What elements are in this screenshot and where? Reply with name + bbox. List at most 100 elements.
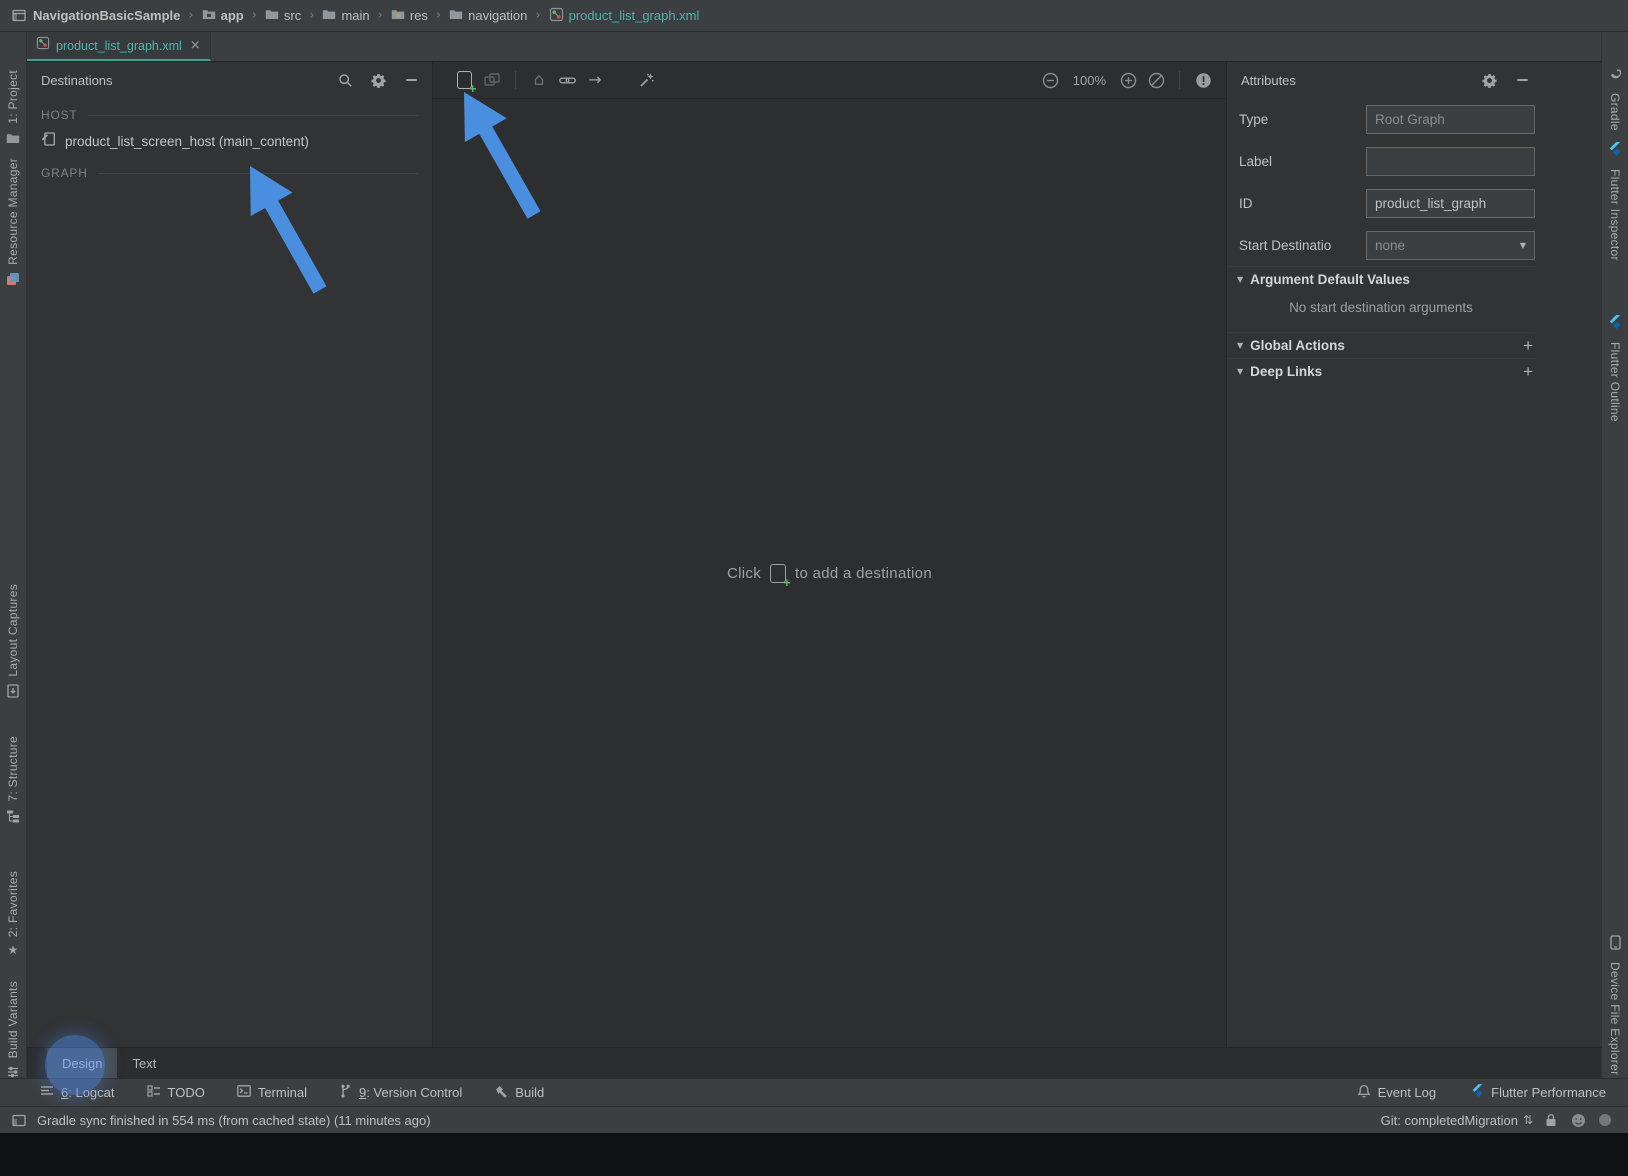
smiley-feedback-icon[interactable] — [1569, 1111, 1587, 1129]
breadcrumb-item-project-root[interactable]: NavigationBasicSample — [30, 8, 183, 23]
id-field[interactable]: product_list_graph — [1366, 189, 1535, 218]
label-field[interactable] — [1366, 147, 1535, 176]
toolwindow-logcat[interactable]: 6: Logcat — [40, 1085, 115, 1100]
zoom-in-icon[interactable] — [1119, 71, 1137, 89]
close-icon[interactable]: × — [190, 38, 201, 53]
empty-canvas-message: Click to add a destination — [727, 564, 932, 583]
zoom-to-fit-icon[interactable] — [1147, 71, 1165, 89]
chevron-right-icon: › — [433, 8, 444, 23]
breadcrumb-item-main[interactable]: main — [319, 8, 372, 23]
build-variants-icon — [6, 1065, 20, 1084]
toolwindow-version-control[interactable]: 9: Version Control — [339, 1084, 462, 1101]
attributes-title: Attributes — [1241, 73, 1296, 88]
layout-captures-icon — [6, 684, 20, 703]
sidebar-item-device-file-explorer[interactable]: Device File Explorer — [1602, 935, 1628, 1075]
breadcrumb-item-file[interactable]: product_list_graph.xml — [546, 7, 703, 25]
section-argument-default-values[interactable]: ▼ Argument Default Values — [1227, 266, 1535, 292]
notification-icon[interactable] — [1596, 1111, 1614, 1129]
sidebar-label: Layout Captures — [6, 584, 20, 677]
sidebar-label: Build Variants — [6, 981, 20, 1058]
start-destination-label: Start Destinatio — [1239, 238, 1366, 253]
editor-tab-bar: product_list_graph.xml × — [27, 32, 1601, 62]
star-icon: ★ — [8, 944, 19, 956]
editor-tab-product-list-graph[interactable]: product_list_graph.xml × — [27, 32, 211, 61]
tool-window-bar: 6: Logcat TODO Terminal 9: Version Contr… — [0, 1078, 1628, 1106]
toggle-toolwindows-icon[interactable] — [10, 1111, 28, 1129]
toolwindow-flutter-performance[interactable]: Flutter Performance — [1472, 1084, 1606, 1101]
destination-host-item[interactable]: product_list_screen_host (main_content) — [27, 126, 432, 156]
type-label: Type — [1239, 112, 1366, 127]
breadcrumb-item-navigation[interactable]: navigation — [446, 8, 530, 23]
sidebar-item-gradle[interactable]: Gradle — [1602, 68, 1628, 131]
issues-icon[interactable] — [1194, 71, 1212, 89]
gear-icon[interactable] — [1480, 71, 1498, 89]
sidebar-item-resource-manager[interactable]: Resource Manager — [0, 158, 26, 291]
sidebar-label: Resource Manager — [6, 158, 20, 265]
project-icon — [6, 131, 20, 149]
sidebar-label: Flutter Outline — [1608, 342, 1622, 422]
minimize-icon[interactable] — [1513, 71, 1531, 89]
git-branch-label: Git: completedMigration — [1381, 1113, 1518, 1128]
nested-graph-icon[interactable] — [483, 71, 501, 89]
action-arrow-icon[interactable]: → — [586, 71, 604, 89]
attributes-panel: Attributes Type Root Graph Label — [1226, 62, 1601, 1047]
sidebar-item-flutter-outline[interactable]: Flutter Outline — [1602, 315, 1628, 422]
type-field[interactable]: Root Graph — [1366, 105, 1535, 134]
section-global-actions[interactable]: ▼ Global Actions + — [1227, 332, 1535, 358]
canvas-toolbar: ⌂ → 100% — [433, 62, 1226, 99]
auto-arrange-icon[interactable] — [638, 71, 656, 89]
window-icon[interactable] — [10, 7, 28, 25]
zoom-out-icon[interactable] — [1042, 71, 1060, 89]
sidebar-item-flutter-inspector[interactable]: Flutter Inspector — [1602, 142, 1628, 261]
toolwindow-todo[interactable]: TODO — [147, 1085, 205, 1100]
start-destination-dropdown[interactable]: none ▼ — [1366, 231, 1535, 260]
sidebar-item-project[interactable]: 1: Project — [0, 70, 26, 149]
field-row-id: ID product_list_graph — [1227, 182, 1601, 224]
lock-icon[interactable] — [1542, 1111, 1560, 1129]
minimize-icon[interactable] — [402, 71, 420, 89]
gradle-icon — [1608, 68, 1623, 86]
version-control-icon — [339, 1084, 352, 1101]
breadcrumb-item-src[interactable]: src — [262, 8, 304, 23]
tab-design[interactable]: Design — [47, 1048, 117, 1078]
section-title: Deep Links — [1250, 364, 1322, 379]
add-global-action-button[interactable]: + — [1521, 337, 1535, 354]
section-title: Global Actions — [1250, 338, 1345, 353]
gear-icon[interactable] — [369, 71, 387, 89]
breadcrumb-item-app[interactable]: app — [199, 8, 247, 23]
nav-editor-canvas[interactable]: ⌂ → 100% C — [433, 62, 1226, 1047]
folder-icon — [449, 8, 463, 23]
add-deep-link-button[interactable]: + — [1521, 363, 1535, 380]
status-message[interactable]: Gradle sync finished in 554 ms (from cac… — [37, 1113, 431, 1128]
todo-icon — [147, 1085, 161, 1100]
link-icon[interactable] — [558, 71, 576, 89]
git-branch-widget[interactable]: Git: completedMigration ⇅ — [1381, 1113, 1533, 1128]
host-section-header: HOST — [27, 104, 432, 126]
device-icon — [1610, 935, 1621, 955]
hammer-icon — [494, 1084, 508, 1101]
search-icon[interactable] — [336, 71, 354, 89]
flutter-icon — [1609, 142, 1622, 162]
section-deep-links[interactable]: ▼ Deep Links + — [1227, 358, 1535, 384]
sidebar-item-structure[interactable]: 7: Structure — [0, 736, 26, 828]
toolwindow-terminal[interactable]: Terminal — [237, 1085, 307, 1100]
res-folder-icon — [391, 8, 405, 23]
bell-icon — [1357, 1084, 1371, 1101]
toolwindow-event-log[interactable]: Event Log — [1357, 1084, 1437, 1101]
folder-icon — [322, 8, 336, 23]
chevron-down-icon: ▼ — [1512, 241, 1534, 250]
sidebar-item-favorites[interactable]: 2: Favorites ★ — [0, 871, 26, 956]
chevron-right-icon: › — [249, 8, 260, 23]
sidebar-label: 1: Project — [6, 70, 20, 124]
home-icon[interactable]: ⌂ — [530, 71, 548, 89]
sidebar-item-build-variants[interactable]: Build Variants — [0, 981, 26, 1084]
add-destination-button[interactable] — [455, 71, 473, 89]
breadcrumb-item-res[interactable]: res — [388, 8, 431, 23]
toolwindow-build[interactable]: Build — [494, 1084, 544, 1101]
sidebar-item-layout-captures[interactable]: Layout Captures — [0, 584, 26, 703]
folder-icon — [265, 8, 279, 23]
tab-text[interactable]: Text — [117, 1048, 171, 1078]
sidebar-label: Device File Explorer — [1608, 962, 1622, 1075]
collapse-triangle-icon: ▼ — [1237, 341, 1243, 350]
host-fragment-icon — [41, 131, 57, 152]
